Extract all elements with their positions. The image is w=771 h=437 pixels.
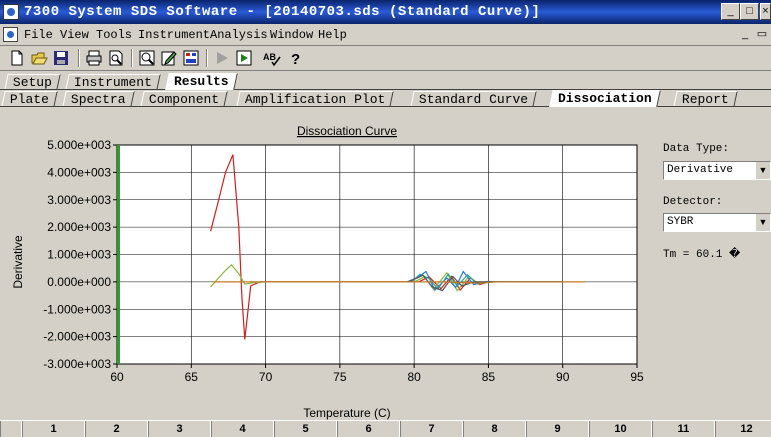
toolbar-separator [206,49,208,67]
tm-readout: Tm = 60.1 � [663,249,741,261]
tab-spectra[interactable]: Spectra [62,91,135,107]
tab-plate[interactable]: Plate [1,91,58,107]
x-axis-ticks: 60 65 70 75 80 85 90 95 [110,364,644,384]
y-tick-label: -2.000e+003 [43,330,111,344]
detector-select[interactable]: SYBR ▼ [663,213,771,232]
data-type-value: Derivative [667,164,734,176]
plate-corner-cell [0,421,22,437]
menu-analysis[interactable]: Analysis [210,28,268,42]
menu-help[interactable]: Help [318,28,347,42]
run-monitor-icon[interactable] [235,49,253,67]
zoom-icon[interactable] [138,49,156,67]
toolbar: AB ? [0,46,771,71]
document-icon[interactable] [3,27,18,42]
plate-column-bar: 1 2 3 4 5 6 7 8 9 10 11 12 [0,420,771,437]
svg-text:?: ? [291,51,300,67]
tab-amplification-plot[interactable]: Amplification Plot [236,91,395,107]
y-tick-label: -3.000e+003 [43,357,111,371]
app-icon [3,4,19,20]
y-tick-label: -1.000e+003 [43,302,111,316]
x-tick-label: 80 [407,370,421,384]
mdi-restore-button[interactable]: ▭ [755,27,769,41]
chevron-down-icon[interactable]: ▼ [755,162,770,179]
edit-icon[interactable] [160,49,178,67]
tab-results[interactable]: Results [165,73,238,90]
x-axis-label: Temperature (C) [303,406,390,420]
x-tick-label: 65 [185,370,199,384]
spell-check-icon[interactable]: AB [263,49,281,67]
menu-bar: File View Tools Instrument Analysis Wind… [0,25,771,46]
chart-svg: Dissociation Curve 5.000e+003 4.000e+003 3… [11,124,644,420]
minimize-button[interactable]: _ [721,3,740,20]
detector-label: Detector: [663,196,723,208]
y-tick-label: 4.000e+003 [47,165,111,179]
plate-column-header[interactable]: 3 [148,421,211,437]
run-icon[interactable] [213,49,231,67]
tab-standard-curve[interactable]: Standard Curve [410,91,537,107]
print-icon[interactable] [85,49,103,67]
tab-instrument[interactable]: Instrument [65,74,161,90]
plate-icon[interactable] [182,49,200,67]
plate-column-header[interactable]: 12 [715,421,771,437]
plate-column-header[interactable]: 11 [652,421,715,437]
svg-text:AB: AB [263,52,276,62]
tab-setup[interactable]: Setup [4,74,61,90]
y-tick-label: 2.000e+003 [47,220,111,234]
dissociation-chart: Dissociation Curve 5.000e+003 4.000e+003 3… [0,118,650,423]
chevron-down-icon[interactable]: ▼ [755,214,770,231]
window-title: 7300 System SDS Software - [20140703.sds… [24,4,541,20]
plate-column-header[interactable]: 2 [85,421,148,437]
x-tick-label: 85 [482,370,496,384]
y-tick-label: 1.000e+003 [47,248,111,262]
menu-file[interactable]: File [24,28,53,42]
tab-report[interactable]: Report [673,91,738,107]
toolbar-separator [131,49,133,67]
menu-tools[interactable]: Tools [96,28,132,42]
new-icon[interactable] [8,49,26,67]
data-type-select[interactable]: Derivative ▼ [663,161,771,180]
print-preview-icon[interactable] [107,49,125,67]
y-tick-label: 5.000e+003 [47,138,111,152]
y-tick-label: 3.000e+003 [47,193,111,207]
y-axis-label: Derivative [11,235,25,289]
chart-title: Dissociation Curve [297,124,397,138]
save-icon[interactable] [52,49,70,67]
plate-column-header[interactable]: 8 [463,421,526,437]
y-axis-ticks: 5.000e+003 4.000e+003 3.000e+003 2.000e+003… [43,138,117,371]
menu-instrument[interactable]: Instrument [138,28,210,42]
plate-column-header[interactable]: 10 [589,421,652,437]
x-tick-label: 90 [556,370,570,384]
menu-window[interactable]: Window [270,28,313,42]
plate-column-header[interactable]: 4 [211,421,274,437]
help-icon[interactable]: ? [287,49,305,67]
y-tick-label: 0.000e+000 [47,275,111,289]
data-type-label: Data Type: [663,143,730,155]
plate-column-header[interactable]: 6 [337,421,400,437]
x-tick-label: 60 [110,370,124,384]
mdi-minimize-button[interactable]: _ [738,27,752,41]
tab-dissociation[interactable]: Dissociation [549,90,661,107]
tab-component[interactable]: Component [140,91,228,107]
open-icon[interactable] [30,49,48,67]
plate-column-header[interactable]: 9 [526,421,589,437]
x-tick-label: 70 [259,370,273,384]
menu-view[interactable]: View [60,28,89,42]
x-tick-label: 95 [630,370,644,384]
plate-column-header[interactable]: 5 [274,421,337,437]
toolbar-separator [78,49,80,67]
maximize-button[interactable]: □ [740,3,759,20]
title-bar: 7300 System SDS Software - [20140703.sds… [0,0,771,24]
detector-value: SYBR [667,216,694,228]
plate-column-header[interactable]: 1 [22,421,85,437]
plate-column-header[interactable]: 7 [400,421,463,437]
x-tick-label: 75 [333,370,347,384]
close-button[interactable]: × [760,3,771,20]
